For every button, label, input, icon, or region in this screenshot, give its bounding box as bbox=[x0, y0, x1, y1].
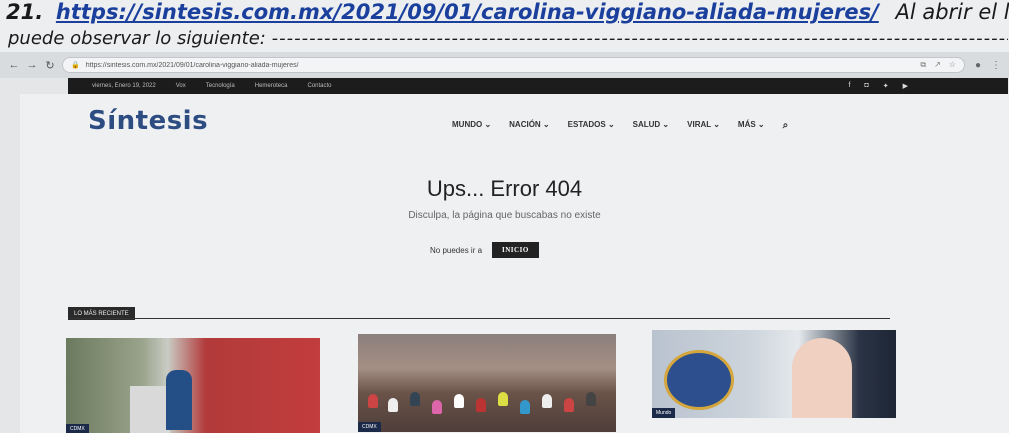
current-date: viernes, Enero 19, 2022 bbox=[92, 83, 156, 89]
facebook-icon[interactable]: f bbox=[849, 82, 851, 90]
instagram-icon[interactable]: ◘ bbox=[865, 82, 869, 90]
menu-item-salud[interactable]: SALUD ⌄ bbox=[633, 120, 669, 131]
lock-icon: 🔒 bbox=[71, 62, 80, 69]
dash-line: ----------------------------------------… bbox=[271, 28, 1008, 49]
document-text: Al abrir el link, se bbox=[895, 0, 1009, 24]
url-input[interactable]: 🔒 https://sintesis.com.mx/2021/09/01/car… bbox=[62, 57, 965, 73]
top-link-vox[interactable]: Vox bbox=[176, 83, 186, 89]
top-link-tecnologia[interactable]: Tecnología bbox=[206, 83, 235, 89]
recent-divider bbox=[68, 318, 890, 319]
menu-item-mas[interactable]: MÁS ⌄ bbox=[738, 120, 765, 131]
youtube-icon[interactable]: ▶ bbox=[903, 82, 908, 90]
error-title: Ups... Error 404 bbox=[426, 176, 583, 201]
menu-item-viral[interactable]: VIRAL ⌄ bbox=[687, 120, 720, 131]
card-category[interactable]: CDMX bbox=[358, 422, 381, 432]
reload-icon[interactable]: ↻ bbox=[44, 59, 56, 72]
url-text[interactable]: https://sintesis.com.mx/2021/09/01/carol… bbox=[86, 62, 915, 69]
error-actions: No puedes ir a INICIO bbox=[430, 242, 539, 258]
podium-image bbox=[130, 386, 170, 433]
share-icon[interactable]: ↗ bbox=[934, 60, 941, 70]
error-prompt: No puedes ir a bbox=[430, 245, 483, 255]
card-category[interactable]: Mundo bbox=[652, 408, 676, 418]
news-card[interactable]: CDMX bbox=[358, 334, 616, 432]
document-text-2: puede observar lo siguiente: bbox=[8, 28, 266, 49]
twitter-icon[interactable]: ✦ bbox=[883, 82, 889, 90]
menu-item-nacion[interactable]: NACIÓN ⌄ bbox=[509, 120, 549, 131]
document-heading: 21. https://sintesis.com.mx/2021/09/01/c… bbox=[6, 0, 1009, 30]
speaker-figure bbox=[166, 370, 192, 430]
error-subtitle: Disculpa, la página que buscabas no exis… bbox=[408, 210, 601, 221]
social-links: f ◘ ✦ ▶ bbox=[849, 82, 908, 90]
site-top-strip: viernes, Enero 19, 2022 Vox Tecnología H… bbox=[68, 78, 1008, 94]
search-icon[interactable]: ⌕ bbox=[783, 120, 789, 131]
inicio-button[interactable]: INICIO bbox=[492, 242, 539, 258]
document-line-2: puede observar lo siguiente: -----------… bbox=[8, 28, 1008, 52]
menu-dots-icon[interactable]: ⋮ bbox=[991, 60, 1001, 71]
document-link[interactable]: https://sintesis.com.mx/2021/09/01/carol… bbox=[56, 0, 879, 24]
translate-icon[interactable]: ⧉ bbox=[920, 60, 926, 70]
back-icon[interactable]: ← bbox=[8, 59, 20, 71]
address-bar: ← → ↻ 🔒 https://sintesis.com.mx/2021/09/… bbox=[0, 52, 1009, 78]
person-image bbox=[792, 338, 852, 418]
star-icon[interactable]: ☆ bbox=[949, 60, 956, 70]
top-link-contacto[interactable]: Contacto bbox=[307, 83, 331, 89]
forward-icon[interactable]: → bbox=[26, 59, 38, 71]
menu-item-estados[interactable]: ESTADOS ⌄ bbox=[568, 120, 615, 131]
browser-window: ← → ↻ 🔒 https://sintesis.com.mx/2021/09/… bbox=[0, 52, 1009, 433]
news-card[interactable]: Mundo bbox=[652, 330, 896, 418]
menu-item-mundo[interactable]: MUNDO ⌄ bbox=[452, 120, 491, 131]
item-number: 21. bbox=[6, 0, 44, 24]
profile-icon[interactable]: ● bbox=[975, 60, 981, 71]
card-category[interactable]: CDMX bbox=[66, 424, 89, 433]
seal-image bbox=[664, 350, 734, 410]
main-menu: MUNDO ⌄ NACIÓN ⌄ ESTADOS ⌄ SALUD ⌄ VIRAL… bbox=[452, 120, 788, 131]
site-logo[interactable]: Síntesis bbox=[88, 106, 208, 136]
top-link-hemeroteca[interactable]: Hemeroteca bbox=[255, 83, 288, 89]
news-card[interactable]: CDMX bbox=[66, 338, 320, 433]
